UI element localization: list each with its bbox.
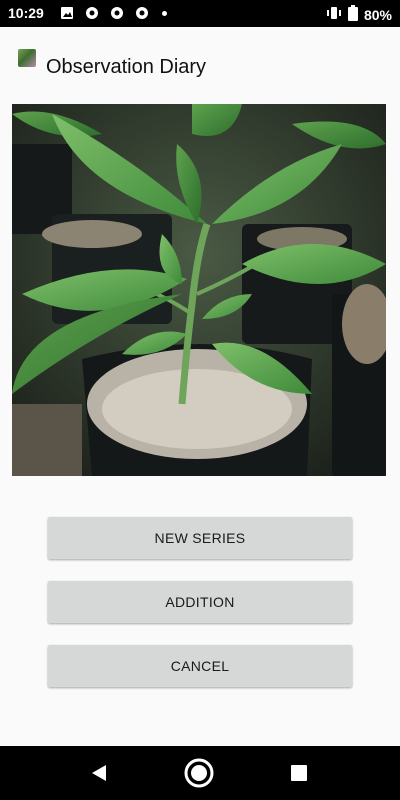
image-icon bbox=[60, 6, 74, 20]
status-right-group: 80% bbox=[326, 5, 392, 24]
navigation-bar bbox=[0, 746, 400, 800]
recents-icon[interactable] bbox=[291, 765, 307, 781]
new-series-button[interactable]: NEW SERIES bbox=[48, 517, 352, 559]
pepper-seedling-photo bbox=[12, 104, 386, 476]
battery-percent: 80% bbox=[363, 6, 392, 23]
app-logo-icon bbox=[18, 49, 36, 67]
cancel-button[interactable]: CANCEL bbox=[48, 645, 352, 687]
app-bar: Observation Diary bbox=[0, 27, 400, 103]
vibrate-icon bbox=[326, 6, 342, 23]
addition-button[interactable]: ADDITION bbox=[48, 581, 352, 623]
dot-icon bbox=[162, 11, 167, 16]
home-icon[interactable] bbox=[183, 757, 215, 794]
back-icon[interactable] bbox=[90, 763, 108, 788]
status-bar: 10:29 80% bbox=[0, 0, 400, 27]
battery-icon bbox=[347, 5, 358, 24]
page-title: Observation Diary bbox=[46, 56, 207, 78]
chrome-icon bbox=[135, 6, 149, 20]
chrome-icon bbox=[110, 6, 124, 20]
status-time: 10:29 bbox=[8, 5, 44, 21]
chrome-icon bbox=[85, 6, 99, 20]
